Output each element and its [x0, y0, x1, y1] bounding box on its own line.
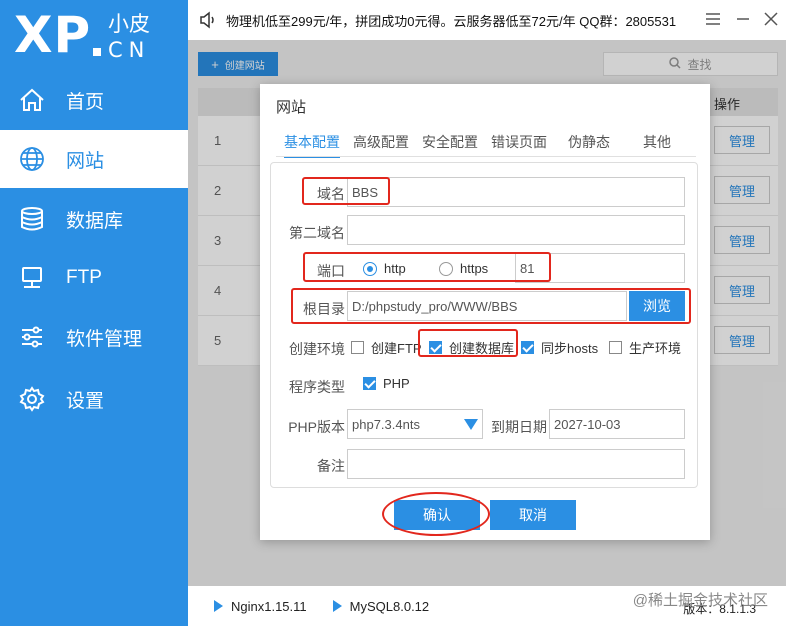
tab-divider	[276, 156, 696, 157]
dialog-title: 网站	[276, 99, 307, 116]
status-bar: Nginx1.15.11 MySQL8.0.12 版本：8.1.1.3 @稀土掘…	[188, 586, 786, 626]
https-radio[interactable]: https	[439, 261, 488, 276]
play-icon	[332, 600, 342, 612]
domain-label: 域名	[317, 186, 345, 202]
cancel-button[interactable]: 取消	[490, 500, 576, 530]
php-version-value: php7.3.4nts	[352, 416, 420, 432]
chevron-down-icon	[464, 419, 478, 430]
checkbox-checked-icon	[521, 341, 534, 354]
create-db-checkbox[interactable]: 创建数据库	[429, 338, 514, 357]
status-nginx[interactable]: Nginx1.15.11	[214, 599, 307, 614]
production-checkbox[interactable]: 生产环境	[609, 338, 681, 357]
note-input[interactable]	[347, 449, 685, 479]
minimize-icon[interactable]	[732, 8, 754, 30]
sidebar-item-label: 设置	[66, 390, 105, 412]
tab-rewrite[interactable]: 伪静态	[568, 132, 610, 152]
tab-error-pages[interactable]: 错误页面	[491, 132, 547, 152]
status-nginx-label: Nginx1.15.11	[231, 598, 307, 614]
radio-empty-icon	[439, 261, 453, 276]
tab-security[interactable]: 安全配置	[422, 132, 478, 152]
program-type-label: 程序类型	[289, 379, 345, 395]
sidebar-item-home[interactable]: 首页	[0, 71, 188, 129]
create-db-label: 创建数据库	[449, 341, 515, 356]
expire-date-input[interactable]: 2027-10-03	[549, 409, 685, 439]
home-icon	[16, 84, 48, 116]
checkbox-icon	[609, 341, 622, 354]
sync-hosts-checkbox[interactable]: 同步hosts	[521, 338, 598, 357]
tab-basic[interactable]: 基本配置	[284, 132, 340, 158]
top-notice-bar: 物理机低至299元/年，拼团成功0元得。云服务器低至72元/年 QQ群：2805…	[188, 0, 786, 40]
tab-other[interactable]: 其他	[643, 132, 671, 152]
production-label: 生产环境	[629, 341, 682, 356]
port-input[interactable]: 81	[515, 253, 685, 283]
second-domain-input[interactable]	[347, 215, 685, 245]
menu-icon[interactable]	[702, 8, 724, 30]
website-dialog: 网站 基本配置 高级配置 安全配置 错误页面 伪静态 其他 域名 BBS 第二域…	[260, 84, 710, 540]
globe-icon	[16, 143, 48, 175]
http-label: http	[384, 261, 406, 276]
domain-input[interactable]: BBS	[347, 177, 685, 207]
app-logo: XP 小皮 CN	[0, 0, 188, 70]
logo-cn-bottom: CN	[108, 38, 151, 62]
second-domain-label: 第二域名	[289, 225, 345, 241]
sidebar-item-label: FTP	[66, 267, 102, 288]
play-icon	[214, 600, 223, 612]
sidebar-item-label: 软件管理	[66, 328, 143, 350]
sidebar-item-label: 网站	[66, 150, 105, 172]
close-icon[interactable]	[760, 8, 782, 30]
checkbox-icon	[351, 341, 364, 354]
sidebar-item-website[interactable]: 网站	[0, 130, 188, 188]
tab-advanced[interactable]: 高级配置	[353, 132, 409, 152]
sidebar-item-label: 数据库	[66, 210, 124, 232]
root-label: 根目录	[303, 301, 345, 317]
port-label: 端口	[317, 263, 345, 279]
checkbox-checked-icon	[429, 341, 442, 354]
root-input[interactable]: D:/phpstudy_pro/WWW/BBS	[347, 291, 627, 321]
php-checkbox[interactable]: PHP	[363, 376, 410, 391]
create-ftp-checkbox[interactable]: 创建FTP	[351, 338, 422, 357]
create-ftp-label: 创建FTP	[371, 341, 422, 356]
php-label: PHP	[383, 376, 410, 391]
ftp-monitor-icon	[16, 262, 48, 294]
basic-config-form: 域名 BBS 第二域名 端口 http https 81 根目录 D:/phps…	[270, 162, 698, 488]
sidebar-item-label: 首页	[66, 91, 105, 113]
sidebar-item-settings[interactable]: 设置	[0, 370, 188, 428]
dialog-tabs: 基本配置 高级配置 安全配置 错误页面 伪静态 其他	[276, 130, 696, 158]
sliders-icon	[16, 321, 48, 353]
radio-selected-icon	[363, 261, 377, 276]
notice-text: 物理机低至299元/年，拼团成功0元得。云服务器低至72元/年 QQ群：2805…	[226, 13, 677, 29]
note-label: 备注	[317, 458, 345, 474]
logo-dot	[93, 48, 101, 56]
watermark: @稀土掘金技术社区	[632, 592, 768, 609]
speaker-icon	[198, 10, 218, 30]
https-label: https	[460, 261, 489, 276]
sync-hosts-label: 同步hosts	[541, 341, 599, 356]
expire-label: 到期日期	[491, 419, 547, 435]
sidebar-item-database[interactable]: 数据库	[0, 190, 188, 248]
sidebar: XP 小皮 CN 首页 网站 数据库 FTP 软件管理 设置	[0, 0, 188, 626]
checkbox-checked-icon	[363, 377, 376, 390]
status-mysql-label: MySQL8.0.12	[349, 598, 430, 614]
logo-cn-top: 小皮	[108, 13, 150, 36]
status-mysql[interactable]: MySQL8.0.12	[332, 598, 430, 614]
confirm-button[interactable]: 确认	[394, 500, 480, 530]
env-label: 创建环境	[289, 341, 345, 357]
browse-button[interactable]: 浏览	[629, 291, 685, 321]
php-version-label: PHP版本	[288, 419, 345, 435]
php-version-select[interactable]: php7.3.4nts	[347, 409, 483, 439]
database-icon	[16, 203, 48, 235]
logo-xp: XP	[14, 6, 92, 64]
sidebar-item-software[interactable]: 软件管理	[0, 308, 188, 366]
sidebar-item-ftp[interactable]: FTP	[0, 249, 188, 307]
gear-icon	[16, 383, 48, 415]
http-radio[interactable]: http	[363, 261, 406, 276]
